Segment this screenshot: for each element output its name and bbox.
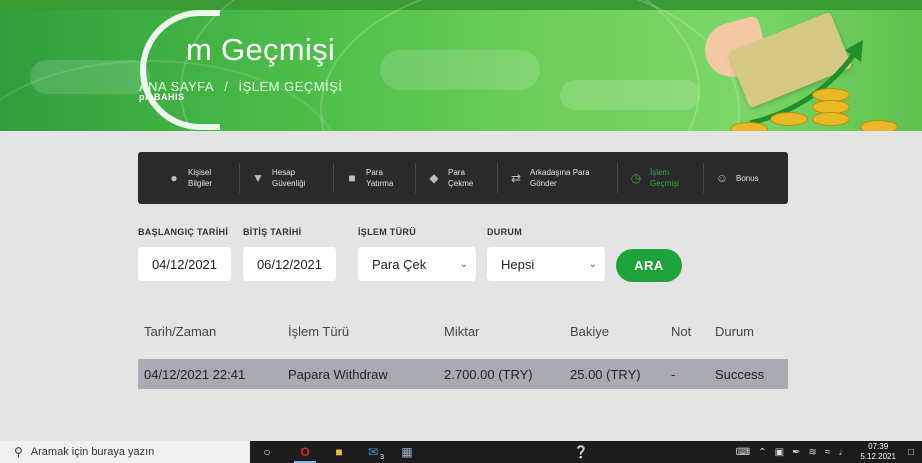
cash-icon: ◆ [429,171,439,185]
search-button[interactable]: ARA [616,249,682,282]
folder-icon[interactable]: ■ [322,441,356,463]
cell-amount: 2.700.00 (TRY) [444,367,533,382]
transaction-type-label: İŞLEM TÜRÜ [358,227,416,237]
nav-label: Bonus [736,173,759,183]
header-banner: pinBAHIS m Geçmişi ANA SAYFA / İŞLEM GEÇ… [0,0,922,131]
chevron-up-icon[interactable]: ⌃ [754,447,770,458]
column-header-balance: Bakiye [570,324,610,339]
nav-item-withdraw[interactable]: ◆ Para Çekme [416,152,498,204]
transaction-type-select[interactable]: Para Çek ⌄ [358,247,476,281]
transfer-icon: ⇄ [510,171,522,185]
cell-datetime: 04/12/2021 22:41 [144,367,246,382]
nav-item-transaction-history[interactable]: ◷ İşlem Geçmişi [618,152,704,204]
nav-label: Para Yatırma [366,168,394,188]
search-icon: ⚲ [14,445,23,459]
cell-balance: 25.00 (TRY) [570,367,641,382]
start-date-input[interactable]: 04/12/2021 [138,247,231,281]
calculator-icon[interactable]: ▦ [390,441,424,463]
task-view-icon[interactable]: ○ [250,441,284,463]
coin-icon [860,120,898,131]
banner-cloud [560,80,700,110]
cell-type: Papara Withdraw [288,367,388,382]
coin-icon [812,112,850,126]
table-header: Tarih/Zaman İşlem Türü Miktar Bakiye Not… [138,320,788,342]
taskbar-search-placeholder: Aramak için buraya yazın [30,446,155,458]
banner-cloud [30,60,150,94]
opera-browser-icon[interactable]: O [288,441,322,463]
notifications-icon[interactable]: □ [904,447,922,458]
nav-item-deposit[interactable]: ■ Para Yatırma [334,152,416,204]
nav-label: Arkadaşına Para Gönder [530,168,590,188]
page-title-text: m Geçmişi [186,32,336,67]
wallet-icon: ■ [348,171,356,185]
nav-label: Hesap Güvenliği [272,168,306,188]
wifi-icon[interactable]: ≈ [821,447,835,458]
banner-cloud [380,50,540,90]
transaction-type-value: Para Çek [372,256,427,272]
coin-icon [770,112,808,126]
windows-taskbar: ⚲ Aramak için buraya yazın ○ O ■ ✉ 3 ▦ ❔… [0,441,922,463]
status-select[interactable]: Hepsi ⌄ [487,247,605,281]
page-title: m Geçmişi [140,32,335,68]
nav-label: Kişisel Bilgiler [188,168,213,188]
start-date-label: BAŞLANGIÇ TARİHİ [138,227,229,237]
chevron-down-icon: ⌄ [588,258,597,270]
shield-icon: ▼ [252,171,264,185]
account-nav: ● Kişisel Bilgiler ▼ Hesap Güvenliği ■ P… [138,152,788,204]
chevron-down-icon: ⌄ [459,258,468,270]
status-label: DURUM [487,227,522,237]
mail-badge: 3 [380,454,384,461]
table-row: 04/12/2021 22:41 Papara Withdraw 2.700.0… [138,359,788,389]
taskbar-search-box[interactable]: ⚲ Aramak için buraya yazın [0,441,250,463]
column-header-note: Not [671,324,692,339]
breadcrumb-current: İŞLEM GEÇMİŞİ [238,79,343,94]
keyboard-icon[interactable]: ⌨ [732,447,754,458]
column-header-status: Durum [715,324,755,339]
breadcrumb-separator: / [224,79,229,94]
clock-time: 07:39 [868,442,889,451]
status-value: Hepsi [501,256,535,272]
person-icon: ● [170,171,178,185]
nav-item-account-security[interactable]: ▼ Hesap Güvenliği [240,152,334,204]
clock-date: 5.12.2021 [860,452,896,461]
breadcrumb-home[interactable]: ANA SAYFA [139,79,214,94]
cell-note: - [671,367,676,382]
pen-icon[interactable]: ✒ [788,447,804,458]
column-header-type: İşlem Türü [288,324,350,339]
coin-icon [730,122,768,131]
nav-item-personal-info[interactable]: ● Kişisel Bilgiler [138,152,240,204]
history-icon: ◷ [630,171,642,185]
breadcrumb: ANA SAYFA / İŞLEM GEÇMİŞİ [139,79,348,94]
end-date-input[interactable]: 06/12/2021 [243,247,336,281]
column-header-amount: Miktar [444,324,480,339]
help-icon[interactable]: ❔ [564,441,598,463]
smile-icon: ☺ [715,171,729,185]
end-date-label: BİTİŞ TARİHİ [243,227,302,237]
cell-status: Success [715,367,765,382]
nav-label: İşlem Geçmişi [650,168,679,188]
mail-icon[interactable]: ✉ 3 [356,441,390,463]
system-tray: ⌨ ⌃ ▣ ✒ ≋ ≈ ♩ 07:39 5.12.2021 □ [732,441,922,463]
nav-item-send-money[interactable]: ⇄ Arkadaşına Para Gönder [498,152,618,204]
column-header-datetime: Tarih/Zaman [144,324,217,339]
nav-label: Para Çekme [448,168,474,188]
nav-item-bonus[interactable]: ☺ Bonus [704,152,784,204]
system-clock[interactable]: 07:39 5.12.2021 [852,442,904,462]
language-icon[interactable]: ≋ [804,447,820,458]
meet-now-icon[interactable]: ▣ [771,447,788,458]
volume-icon[interactable]: ♩ [834,447,852,458]
